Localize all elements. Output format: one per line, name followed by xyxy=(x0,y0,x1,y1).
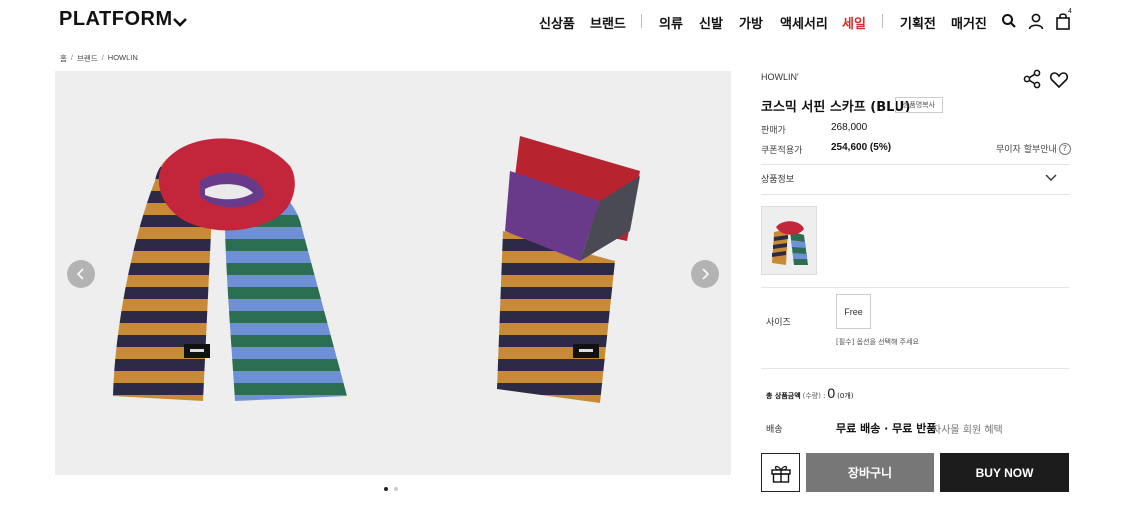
nav-bags[interactable]: 가방 xyxy=(739,13,763,32)
gallery-pagination xyxy=(384,487,398,491)
add-to-cart-button[interactable]: 장바구니 xyxy=(806,453,934,492)
cart-count-badge: 4 xyxy=(1068,8,1072,15)
scarf-left xyxy=(113,138,347,401)
coupon-price-label: 쿠폰적용가 xyxy=(761,146,803,156)
price-label: 판매가 xyxy=(761,126,786,136)
gallery-prev-button[interactable] xyxy=(67,260,95,288)
divider xyxy=(761,287,1069,288)
total-label: 총 상품금액 xyxy=(766,392,801,400)
pagination-dot[interactable] xyxy=(394,487,398,491)
search-icon[interactable] xyxy=(1000,12,1018,30)
product-info-toggle[interactable]: 상품정보 xyxy=(761,172,794,185)
breadcrumb-separator: / xyxy=(101,53,104,62)
product-thumbnail[interactable] xyxy=(761,206,817,275)
nav-new-arrivals[interactable]: 신상품 xyxy=(539,13,575,32)
product-image xyxy=(113,136,640,403)
installment-label: 무이자 할부안내 xyxy=(996,145,1057,155)
breadcrumb-current[interactable]: HOWLIN xyxy=(108,53,138,64)
nav-divider xyxy=(641,14,642,28)
size-hint: [필수] 옵션을 선택해 주세요 xyxy=(836,338,919,346)
total-separator: : xyxy=(822,392,826,400)
installment-info[interactable]: 무이자 할부안내 ? xyxy=(996,142,1071,155)
nav-clothing[interactable]: 의류 xyxy=(659,13,683,32)
nav-sale[interactable]: 세일 xyxy=(842,13,866,32)
question-icon: ? xyxy=(1058,142,1071,155)
site-header: PLATFORM 신상품 브랜드 의류 신발 가방 액세서리 세일 기획전 매거… xyxy=(0,0,1125,44)
divider xyxy=(761,368,1069,369)
heart-icon[interactable] xyxy=(1049,70,1069,90)
coupon-price-value: 254,600 (5%) xyxy=(831,142,892,153)
nav-magazine[interactable]: 매거진 xyxy=(951,13,987,32)
pagination-dot[interactable] xyxy=(384,487,388,491)
chevron-down-icon[interactable] xyxy=(1044,172,1058,184)
site-logo[interactable]: PLATFORM xyxy=(59,8,173,31)
gift-icon xyxy=(770,465,791,483)
breadcrumb-home[interactable]: 홈 xyxy=(60,53,67,64)
brand-name[interactable]: HOWLIN' xyxy=(761,72,799,82)
thumbnail-image xyxy=(772,221,808,265)
divider xyxy=(761,164,1069,165)
nav-exhibitions[interactable]: 기획전 xyxy=(900,13,936,32)
chevron-right-icon xyxy=(702,268,710,280)
nav-shoes[interactable]: 신발 xyxy=(699,13,723,32)
share-icon[interactable] xyxy=(1022,69,1042,89)
total-value: 0 xyxy=(827,385,836,401)
total-quantity-label: (수량) xyxy=(802,392,821,400)
product-title: 코스믹 서핀 스카프 (BLU) xyxy=(761,100,911,115)
total-count: (0개) xyxy=(837,392,854,400)
scarf-right xyxy=(497,136,640,403)
shipping-note: 자사몰 회원 혜택 xyxy=(932,425,1003,436)
total-price: 총 상품금액 (수량) : 0 (0개) xyxy=(766,385,854,401)
user-icon[interactable] xyxy=(1027,12,1045,30)
size-label: 사이즈 xyxy=(766,318,791,328)
breadcrumb-brands[interactable]: 브랜드 xyxy=(77,53,98,64)
chevron-down-icon[interactable] xyxy=(172,14,188,30)
nav-divider xyxy=(882,14,883,28)
size-option-free[interactable]: Free xyxy=(836,294,871,329)
shipping-value: 무료 배송 · 무료 반품 xyxy=(836,422,937,435)
nav-accessories[interactable]: 액세서리 xyxy=(780,13,828,32)
price-value: 268,000 xyxy=(831,122,868,133)
breadcrumb: 홈 / 브랜드 / HOWLIN xyxy=(60,53,138,64)
breadcrumb-separator: / xyxy=(70,53,73,62)
gallery-next-button[interactable] xyxy=(691,260,719,288)
chevron-left-icon xyxy=(76,268,84,280)
shipping-label: 배송 xyxy=(766,425,783,435)
product-gallery[interactable] xyxy=(55,71,731,475)
nav-brands[interactable]: 브랜드 xyxy=(590,13,626,32)
buy-now-button[interactable]: BUY NOW xyxy=(940,453,1069,492)
gift-button[interactable] xyxy=(761,453,800,492)
copy-name-button[interactable]: 상품명복사 xyxy=(895,97,943,113)
divider xyxy=(761,194,1069,195)
